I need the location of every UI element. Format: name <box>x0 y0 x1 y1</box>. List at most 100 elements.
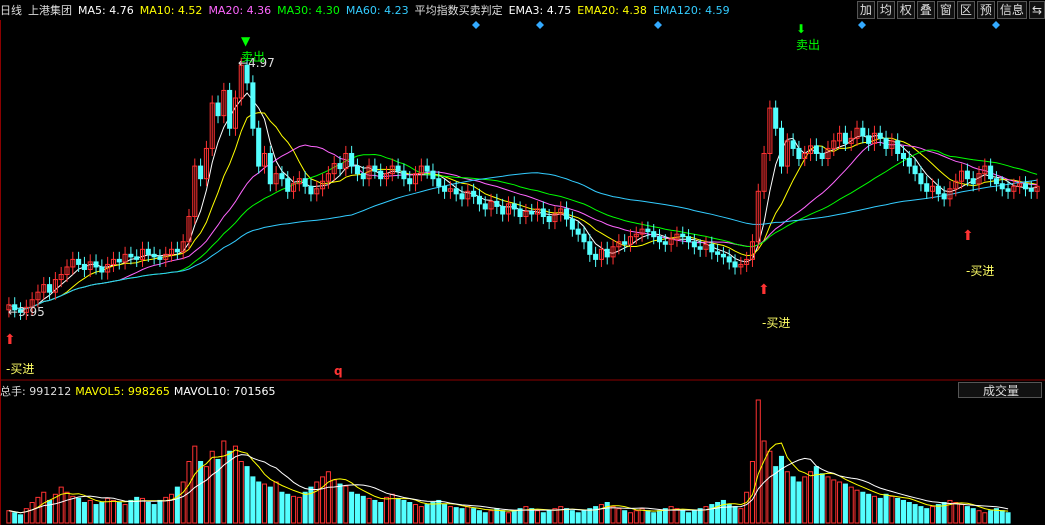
volume-bar <box>755 399 761 524</box>
volume-bar <box>180 481 186 524</box>
candle-body <box>575 228 581 235</box>
volume-bar <box>35 496 41 524</box>
candle-body <box>47 284 53 293</box>
volume-bar <box>715 502 721 524</box>
volume-bar <box>192 445 198 524</box>
candle-body <box>860 127 866 137</box>
volume-bar <box>546 510 552 524</box>
volume-bar <box>476 510 482 524</box>
candle-body <box>877 132 883 139</box>
volume-bar <box>87 499 93 524</box>
candle-body <box>145 248 151 255</box>
volume-bar <box>778 455 785 524</box>
candle-body <box>279 173 285 180</box>
candle-body <box>99 266 105 273</box>
volume-bar <box>564 508 570 524</box>
volume-bar <box>953 502 959 524</box>
candle-body <box>732 261 738 268</box>
volume-bar <box>285 493 291 524</box>
candle-body <box>900 152 907 160</box>
volume-bar <box>982 512 988 524</box>
price-chart[interactable] <box>0 0 1045 525</box>
candle-body <box>935 185 941 195</box>
volume-bar <box>198 461 204 524</box>
volume-bar <box>203 466 209 524</box>
candle-body <box>918 173 924 185</box>
volume-bar <box>465 506 471 524</box>
volume-bar <box>116 502 122 524</box>
candle-body <box>337 163 343 170</box>
volume-bar <box>964 506 970 524</box>
volume-bar <box>139 497 146 524</box>
candle-body <box>720 253 726 258</box>
candles <box>6 57 1040 320</box>
volume-bar <box>668 506 674 524</box>
volume-bar <box>970 508 976 524</box>
volume-bar <box>988 510 994 524</box>
volume-bar <box>145 502 151 524</box>
volume-bar <box>999 510 1005 524</box>
candle-body <box>482 203 488 210</box>
volume-bar <box>366 497 372 524</box>
volume-bar <box>802 476 808 524</box>
volume-bar <box>610 506 616 524</box>
volume-bar <box>442 504 448 524</box>
ma60-line <box>8 172 1038 310</box>
candle-body <box>999 183 1005 190</box>
candle-body <box>1028 188 1034 192</box>
candle-body <box>697 246 703 250</box>
sell-arrow-icon: ⬇ <box>796 22 807 36</box>
volume-bar <box>99 502 105 524</box>
candle-body <box>285 178 291 192</box>
volume-bar <box>157 499 163 524</box>
candle-body <box>116 258 122 263</box>
volume-bar <box>238 461 244 524</box>
buy-label-2: -买进 <box>762 316 791 330</box>
candle-body <box>895 140 901 154</box>
volume-bar <box>627 512 633 524</box>
volume-bar <box>1005 512 1011 524</box>
volume-bar <box>790 476 796 524</box>
volume-bar <box>924 508 930 524</box>
volume-bar <box>680 510 686 524</box>
volume-bar <box>378 502 384 524</box>
candle-body <box>622 241 628 245</box>
volume-bar <box>6 510 12 524</box>
volume-bar <box>587 508 593 524</box>
volume-bar <box>918 506 924 524</box>
candle-body <box>866 135 872 144</box>
candle-body <box>778 127 785 167</box>
volume-bar <box>64 491 70 524</box>
volume-bar <box>831 479 837 524</box>
mavol10-label: MAVOL10: 701565 <box>173 384 276 398</box>
volume-bar <box>221 440 227 524</box>
volume-bars <box>6 399 1011 524</box>
volume-bar <box>93 504 99 524</box>
volume-bar <box>244 466 250 524</box>
candle-body <box>459 193 465 200</box>
buy-label-1: -买进 <box>6 362 35 376</box>
candle-body <box>813 145 819 154</box>
candle-body <box>709 243 715 253</box>
volume-bar <box>279 491 285 524</box>
candle-body <box>924 183 930 192</box>
volume-bar <box>12 512 18 524</box>
diamond-marker <box>472 21 480 29</box>
volume-indicator-select[interactable]: 成交量 <box>958 382 1042 398</box>
volume-total: 总手: 991212 <box>0 385 72 398</box>
volume-bar <box>686 512 692 524</box>
candle-body <box>662 241 668 245</box>
ma-lines <box>8 92 1038 310</box>
volume-bar <box>337 483 343 524</box>
volume-bar <box>930 506 936 524</box>
candle-body <box>349 152 355 167</box>
volume-bar <box>372 499 378 524</box>
candle-body <box>256 127 262 167</box>
candle-body <box>250 82 256 129</box>
volume-bar <box>866 493 872 524</box>
volume-bar <box>877 497 883 524</box>
candle-body <box>81 263 87 270</box>
volume-bar <box>209 450 215 524</box>
volume-bar <box>906 502 912 524</box>
volume-bar <box>900 499 907 524</box>
